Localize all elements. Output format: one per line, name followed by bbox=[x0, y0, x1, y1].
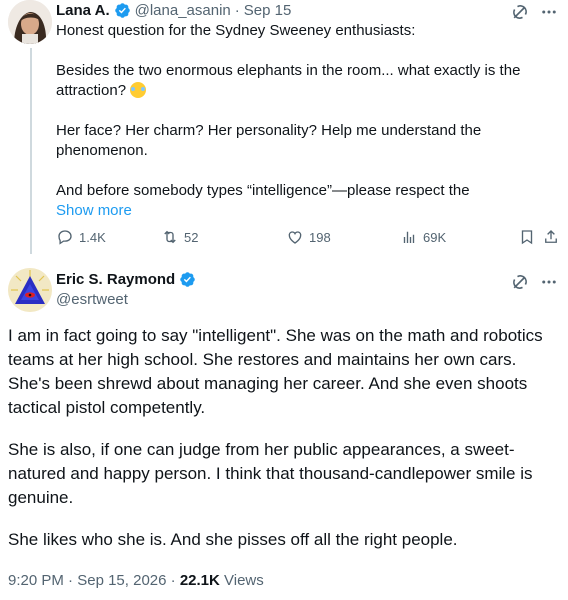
parent-tweet-top-actions bbox=[510, 2, 558, 22]
author-name[interactable]: Eric S. Raymond bbox=[56, 271, 175, 288]
bookmark-button[interactable] bbox=[518, 228, 536, 246]
main-tweet-header: Eric S. Raymond bbox=[56, 271, 196, 288]
repost-button[interactable]: 52 bbox=[161, 228, 198, 246]
views-button[interactable]: 69K bbox=[400, 228, 446, 246]
main-tweet-meta: 9:20 PM · Sep 15, 2026 · 22.1K Views bbox=[8, 572, 264, 589]
parent-tweet-actions: 1.4K 52 198 69K bbox=[56, 228, 560, 250]
grok-icon[interactable] bbox=[510, 272, 530, 292]
author-name[interactable]: Lana A. bbox=[56, 2, 110, 19]
reply-button[interactable]: 1.4K bbox=[56, 228, 106, 246]
bookmark-icon bbox=[521, 230, 533, 245]
avatar[interactable] bbox=[8, 268, 52, 312]
tweet-date[interactable]: Sep 15, 2026 bbox=[77, 572, 166, 589]
like-button[interactable]: 198 bbox=[286, 228, 331, 246]
tweet-paragraph: And before somebody types “intelligence”… bbox=[56, 182, 470, 199]
tweet-paragraph: Besides the two enormous elephants in th… bbox=[56, 61, 526, 101]
avatar[interactable] bbox=[8, 0, 52, 44]
tweet-paragraph: She likes who she is. And she pisses off… bbox=[8, 530, 458, 549]
reply-icon bbox=[58, 230, 72, 245]
grok-icon[interactable] bbox=[510, 2, 530, 22]
more-options-icon[interactable] bbox=[540, 3, 558, 21]
author-handle[interactable]: @lana_asanin bbox=[135, 2, 231, 19]
show-more-link[interactable]: Show more bbox=[56, 201, 526, 221]
tweet-paragraph: Honest question for the Sydney Sweeney e… bbox=[56, 22, 416, 39]
tweet-paragraph: Her face? Her charm? Her personality? He… bbox=[56, 122, 482, 159]
parent-tweet-header: Lana A. @lana_asanin · Sep 15 bbox=[56, 2, 291, 19]
parent-tweet-text: Honest question for the Sydney Sweeney e… bbox=[56, 21, 526, 221]
avatar-image bbox=[8, 0, 52, 44]
repost-count: 52 bbox=[184, 229, 199, 245]
tweet-paragraph: She is also, if one can judge from her p… bbox=[8, 440, 533, 507]
like-count: 198 bbox=[309, 229, 331, 245]
reply-count: 1.4K bbox=[79, 229, 106, 245]
tweet-date[interactable]: Sep 15 bbox=[244, 2, 292, 19]
tweet-text-span: Besides the two enormous elephants in th… bbox=[56, 62, 521, 99]
verified-badge-icon[interactable] bbox=[179, 271, 196, 288]
views-label: Views bbox=[224, 572, 264, 589]
parent-tweet[interactable]: Lana A. @lana_asanin · Sep 15 Honest que… bbox=[8, 0, 560, 252]
views-icon bbox=[403, 231, 415, 243]
tweet-paragraph: I am in fact going to say "intelligent".… bbox=[8, 326, 543, 417]
verified-badge-icon[interactable] bbox=[114, 2, 131, 19]
separator-dot: · bbox=[170, 572, 176, 589]
main-tweet-text: I am in fact going to say "intelligent".… bbox=[8, 324, 560, 552]
views-count: 69K bbox=[423, 229, 447, 245]
like-icon bbox=[288, 231, 302, 244]
tweet-time[interactable]: 9:20 PM bbox=[8, 572, 64, 589]
author-handle[interactable]: @esrtweet bbox=[56, 291, 128, 308]
share-button[interactable] bbox=[542, 228, 560, 246]
separator-dot: · bbox=[234, 2, 240, 19]
separator-dot: · bbox=[68, 572, 74, 589]
repost-icon bbox=[164, 230, 176, 244]
views-count[interactable]: 22.1K bbox=[180, 572, 220, 589]
laughing-emoji-icon bbox=[130, 82, 147, 98]
main-tweet-top-actions bbox=[510, 272, 558, 292]
share-icon bbox=[545, 230, 557, 243]
more-options-icon[interactable] bbox=[540, 273, 558, 291]
avatar-image bbox=[8, 268, 52, 312]
